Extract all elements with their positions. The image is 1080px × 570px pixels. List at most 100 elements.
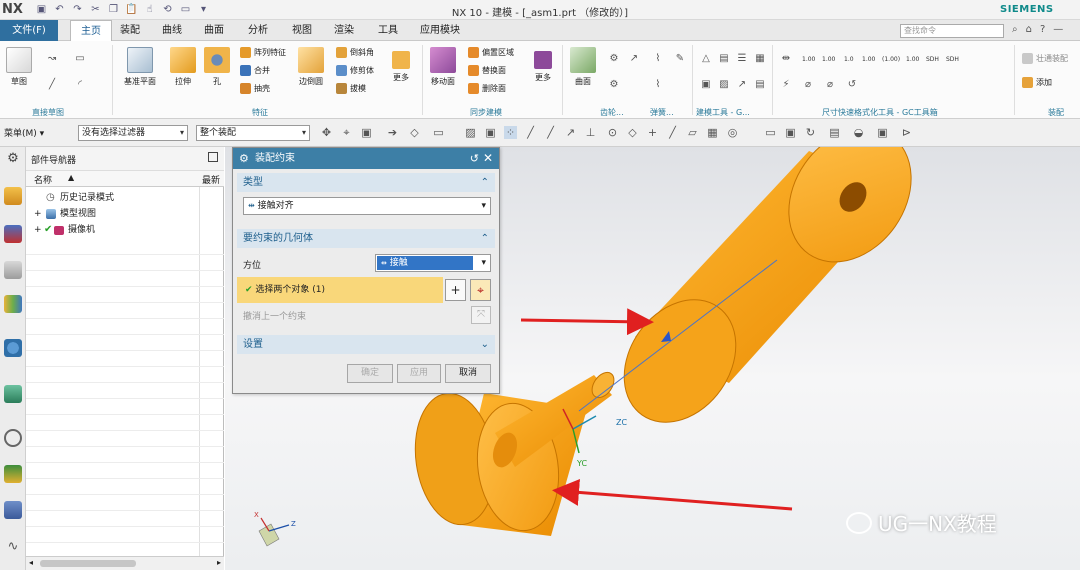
lasso-icon[interactable]: ◇ xyxy=(408,126,421,139)
image-icon[interactable]: ▨ xyxy=(718,79,730,91)
feature-more-button[interactable]: 更多 xyxy=(392,51,410,83)
point-constructor-icon[interactable]: ◎ xyxy=(726,126,739,139)
grid-tool-icon[interactable]: ▤ xyxy=(754,79,766,91)
fit-icon[interactable]: ▭ xyxy=(764,126,777,139)
bounded-grid-icon[interactable]: ▦ xyxy=(706,126,719,139)
scrollbar-thumb[interactable] xyxy=(40,560,136,567)
box-select-icon[interactable]: ▭ xyxy=(432,126,445,139)
search-icon[interactable]: ⌕ xyxy=(1012,24,1018,35)
line-snap-icon[interactable]: ╱ xyxy=(524,126,537,139)
section-settings[interactable]: 设置 ⌄ xyxy=(237,335,495,354)
horizontal-scrollbar[interactable]: ◂ ▸ xyxy=(26,556,224,570)
tab-assembly[interactable]: 装配 xyxy=(120,20,140,41)
cancel-button[interactable]: 取消 xyxy=(445,364,491,383)
spring-icon[interactable]: ⌇ xyxy=(652,53,664,65)
surface-button[interactable]: 曲面 xyxy=(570,47,596,87)
zoom-icon[interactable]: ▣ xyxy=(784,126,797,139)
command-search-input[interactable]: 查找命令 xyxy=(900,24,1004,38)
dim-format-5[interactable]: (1.00) xyxy=(882,56,900,63)
snap-icon[interactable]: ✥ xyxy=(320,126,333,139)
gear-tool-icon[interactable]: ⚙ xyxy=(608,79,620,91)
apply-button[interactable]: 应用 xyxy=(397,364,441,383)
edge-blend-button[interactable]: 边倒圆 xyxy=(298,47,324,87)
dim-format-2[interactable]: 1.00 xyxy=(822,56,835,63)
snap-arrow-icon[interactable]: ➔ xyxy=(386,126,399,139)
list-icon[interactable]: ☰ xyxy=(736,53,748,65)
assembly-navigator-icon[interactable] xyxy=(4,187,22,205)
cube-icon[interactable]: ▣ xyxy=(484,126,497,139)
clock-icon[interactable] xyxy=(4,429,22,447)
quadrant-icon[interactable]: ◇ xyxy=(626,126,639,139)
spline-icon[interactable]: ↝ xyxy=(46,53,58,65)
gear-icon[interactable]: ⚙ xyxy=(4,151,22,169)
dialog-title-bar[interactable]: ⚙ 装配约束 ↺ ✕ xyxy=(233,148,499,169)
collapse-ribbon-icon[interactable]: ⌂ xyxy=(1026,24,1032,35)
table-icon[interactable]: ▤ xyxy=(718,53,730,65)
part-navigator-icon[interactable] xyxy=(4,261,22,279)
extrude-button[interactable]: 拉伸 xyxy=(170,47,196,87)
sort-asc-icon[interactable]: ▲ xyxy=(68,173,74,182)
tab-home[interactable]: 主页 xyxy=(70,20,112,42)
constraint-type-select[interactable]: ⇹ 接触对齐 ▾ xyxy=(243,197,491,215)
existing-point-icon[interactable]: + xyxy=(646,126,659,139)
menu-button[interactable]: 菜单(M) ▾ xyxy=(4,126,44,139)
section-icon[interactable]: ⊳ xyxy=(900,126,913,139)
close-icon[interactable]: ✕ xyxy=(483,148,493,169)
shaded-icon[interactable]: ▣ xyxy=(876,126,889,139)
chamfer-button[interactable]: 倒斜角 xyxy=(336,47,374,58)
rectangle-icon[interactable]: ▭ xyxy=(74,53,86,65)
tree-item-model-views[interactable]: + 模型视图 xyxy=(26,206,224,222)
tab-analysis[interactable]: 分析 xyxy=(248,20,268,41)
line-icon[interactable]: ╱ xyxy=(46,79,58,91)
rotate-icon[interactable]: ↻ xyxy=(804,126,817,139)
on-curve-icon[interactable]: ╱ xyxy=(666,126,679,139)
scroll-left-icon[interactable]: ◂ xyxy=(29,558,33,567)
spring-tool-icon[interactable]: ⌇ xyxy=(652,79,664,91)
create-point-icon[interactable]: + xyxy=(445,279,466,301)
ok-button[interactable]: 确定 xyxy=(347,364,393,383)
diameter-icon[interactable]: ⌀ xyxy=(802,79,814,91)
dim-format-1[interactable]: 1.00 xyxy=(802,56,815,63)
body-icon[interactable]: ▨ xyxy=(464,126,477,139)
unite-button[interactable]: 合并 xyxy=(240,65,270,76)
undo-constraint-icon[interactable]: ⤧ xyxy=(471,306,491,324)
tree-item-history-mode[interactable]: ◷ 历史记录模式 xyxy=(26,190,224,206)
intersection-icon[interactable]: ⊥ xyxy=(584,126,597,139)
view-orient-icon[interactable]: ▤ xyxy=(828,126,841,139)
filter-icon[interactable]: ▣ xyxy=(360,126,373,139)
trim-body-button[interactable]: 修剪体 xyxy=(336,65,374,76)
tab-curve[interactable]: 曲线 xyxy=(162,20,182,41)
diameter-alt-icon[interactable]: ⌀ xyxy=(824,79,836,91)
dimension-icon[interactable]: ⇹ xyxy=(780,53,792,65)
tab-render[interactable]: 渲染 xyxy=(334,20,354,41)
gear-icon[interactable]: ⚙ xyxy=(608,53,620,65)
select-objects-row[interactable]: ✔ 选择两个对象 (1) xyxy=(237,277,443,303)
sheet-icon[interactable]: ▦ xyxy=(754,53,766,65)
control-point-icon[interactable]: ↗ xyxy=(564,126,577,139)
dim-format-8[interactable]: SDH xyxy=(946,56,959,63)
large-cylinder-part[interactable] xyxy=(601,147,936,444)
column-name-header[interactable]: 名称 xyxy=(34,173,52,186)
dim-format-3[interactable]: 1.0 xyxy=(844,56,854,63)
reset-icon[interactable]: ↺ xyxy=(470,148,479,169)
maximize-icon[interactable] xyxy=(208,152,218,162)
curve-tool-icon[interactable]: ↗ xyxy=(628,53,640,65)
triangle-icon[interactable]: △ xyxy=(700,53,712,65)
sync-more-button[interactable]: 更多 xyxy=(534,51,552,83)
web-browser-icon[interactable] xyxy=(4,339,22,357)
expand-icon[interactable]: + xyxy=(34,206,42,222)
orientation-select[interactable]: ⇹ 接触 ▾ xyxy=(375,254,491,272)
column-latest-header[interactable]: 最新 xyxy=(202,173,220,186)
reset-icon[interactable]: ↺ xyxy=(846,79,858,91)
replace-face-button[interactable]: 替换面 xyxy=(468,65,506,76)
add-component-button[interactable]: 添加 xyxy=(1022,77,1052,88)
tab-file[interactable]: 文件(F) xyxy=(0,20,58,41)
section-type[interactable]: 类型 ⌃ xyxy=(237,173,495,192)
expand-icon[interactable]: + xyxy=(34,222,42,238)
history-icon[interactable] xyxy=(4,385,22,403)
pattern-feature-button[interactable]: 阵列特征 xyxy=(240,47,286,58)
select-icon[interactable]: ⌖ xyxy=(340,126,353,139)
scroll-right-icon[interactable]: ▸ xyxy=(217,558,221,567)
crosshair-icon[interactable]: ⌖ xyxy=(470,279,491,301)
constraint-navigator-icon[interactable] xyxy=(4,225,22,243)
